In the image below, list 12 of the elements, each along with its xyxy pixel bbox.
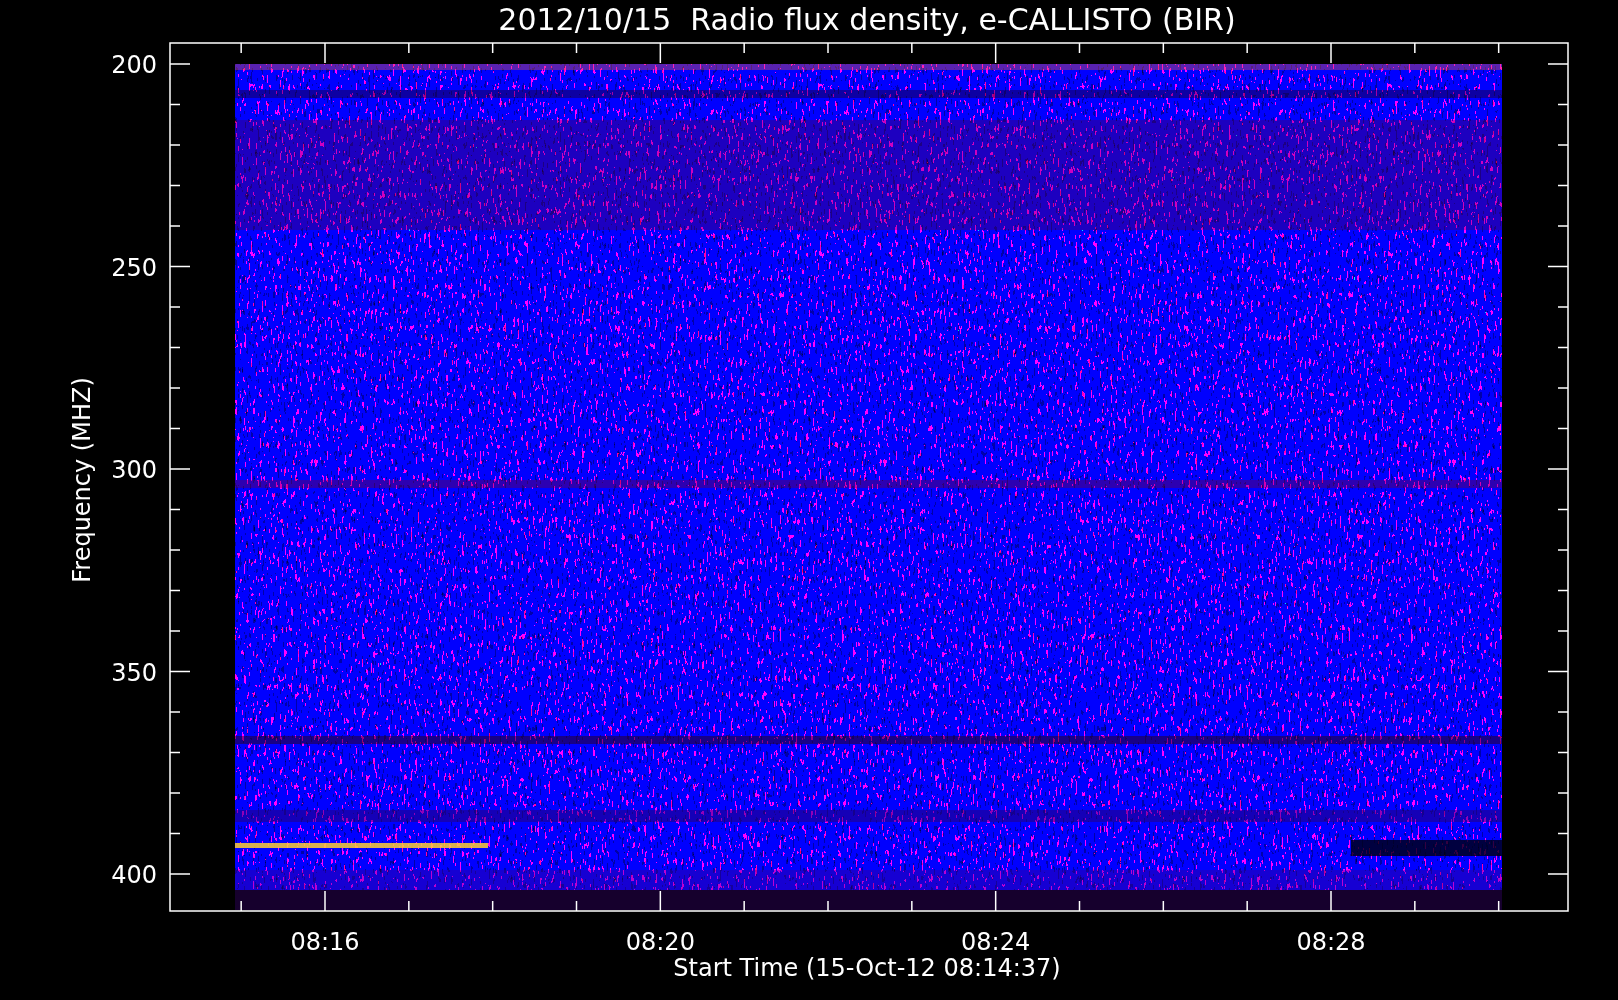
x-tick-label: 08:28 <box>1296 928 1366 956</box>
y-axis-label: Frequency (MHZ) <box>68 377 96 583</box>
y-tick-label: 250 <box>111 253 157 282</box>
y-tick-label: 200 <box>111 51 157 79</box>
y-tick-label: 400 <box>111 861 157 889</box>
x-tick-label: 08:16 <box>290 928 360 956</box>
x-tick-label: 08:20 <box>625 928 695 956</box>
chart-title: 2012/10/15 Radio flux density, e-CALLISTO (BIR) <box>498 2 1236 37</box>
y-tick-label: 300 <box>111 456 157 484</box>
y-tick-label: 350 <box>111 658 157 687</box>
x-tick-label: 08:24 <box>961 928 1031 956</box>
x-axis-label: Start Time (15-Oct-12 08:14:37) <box>673 954 1061 982</box>
